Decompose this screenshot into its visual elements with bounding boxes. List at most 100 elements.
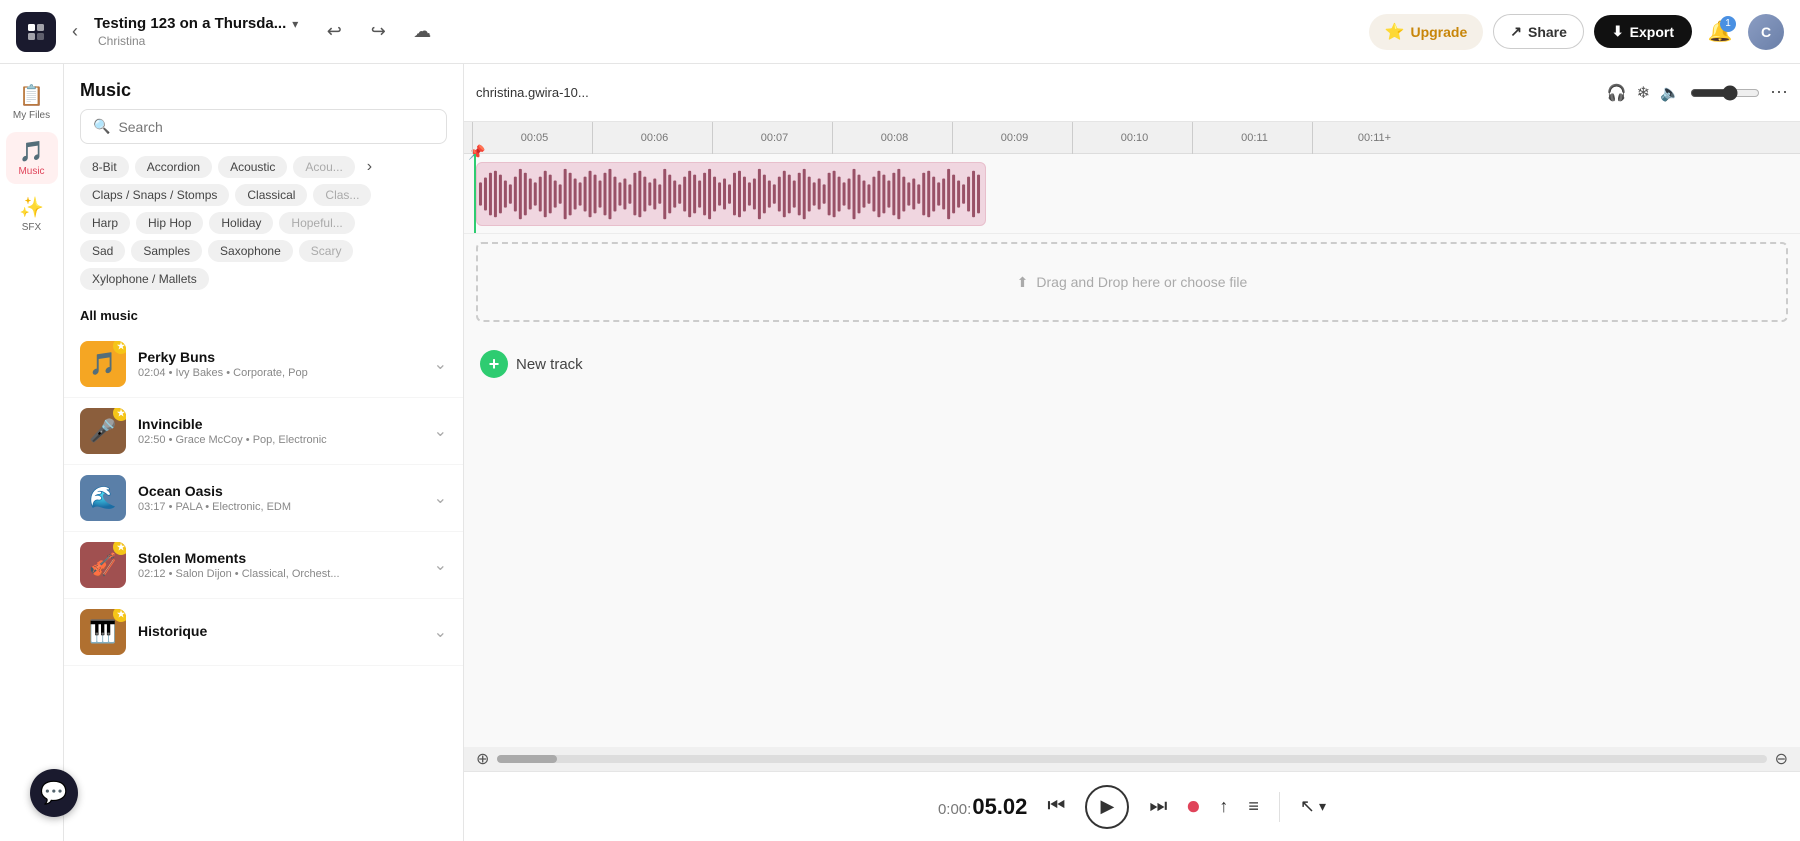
tags-more-arrow[interactable]: › bbox=[361, 156, 378, 178]
music-title: Perky Buns bbox=[138, 349, 422, 365]
zoom-out-button[interactable]: ⊕ bbox=[476, 749, 489, 769]
track-options-button[interactable]: ≡ bbox=[1248, 796, 1259, 817]
record-button[interactable]: ⏺ bbox=[1187, 793, 1199, 821]
mute-button[interactable]: 🔈 bbox=[1660, 83, 1680, 103]
chevron-down-icon[interactable]: ⌄ bbox=[434, 488, 447, 508]
tag-clas-more[interactable]: Clas... bbox=[313, 184, 371, 206]
tag-saxophone[interactable]: Saxophone bbox=[208, 240, 293, 262]
chevron-down-icon[interactable]: ⌄ bbox=[434, 354, 447, 374]
scroll-thumb[interactable] bbox=[497, 755, 557, 763]
upgrade-icon: ⭐ bbox=[1385, 22, 1405, 42]
tag-hiphop[interactable]: Hip Hop bbox=[136, 212, 203, 234]
drop-zone[interactable]: ⬆ Drag and Drop here or choose file bbox=[476, 242, 1788, 322]
topbar-left: ‹ Testing 123 on a Thursda... ▾ Christin… bbox=[16, 12, 1361, 52]
tag-classical[interactable]: Classical bbox=[235, 184, 307, 206]
tag-scary[interactable]: Scary bbox=[299, 240, 354, 262]
time-main: 05.02 bbox=[972, 794, 1027, 820]
list-item[interactable]: 🌊 Ocean Oasis 03:17 • PALA • Electronic,… bbox=[64, 465, 463, 532]
new-track-button[interactable]: + New track bbox=[480, 350, 583, 378]
sidebar-item-sfx[interactable]: ✨ SFX bbox=[6, 188, 58, 240]
sfx-icon: ✨ bbox=[19, 195, 44, 220]
chevron-down-icon[interactable]: ⌄ bbox=[434, 622, 447, 642]
sidebar-item-music[interactable]: 🎵 Music bbox=[6, 132, 58, 184]
redo-button[interactable]: ↪ bbox=[362, 16, 394, 48]
music-info: Perky Buns 02:04 • Ivy Bakes • Corporate… bbox=[138, 349, 422, 379]
cursor-dropdown[interactable]: ▾ bbox=[1319, 798, 1326, 815]
tag-sad[interactable]: Sad bbox=[80, 240, 125, 262]
share-icon: ↗ bbox=[1510, 23, 1522, 40]
thumb-badge: ★ bbox=[113, 408, 126, 421]
tag-accordion[interactable]: Accordion bbox=[135, 156, 212, 178]
list-item[interactable]: 🎻 ★ Stolen Moments 02:12 • Salon Dijon •… bbox=[64, 532, 463, 599]
tag-xylophone[interactable]: Xylophone / Mallets bbox=[80, 268, 209, 290]
play-button[interactable]: ▶ bbox=[1085, 785, 1129, 829]
headphones-button[interactable]: 🎧 bbox=[1607, 83, 1627, 103]
title-group: Testing 123 on a Thursda... ▾ Christina bbox=[94, 15, 298, 48]
undo-button[interactable]: ↩ bbox=[318, 16, 350, 48]
upgrade-button[interactable]: ⭐ Upgrade bbox=[1369, 14, 1484, 50]
music-panel: Music 🔍 8-Bit Accordion Acoustic Acou...… bbox=[64, 64, 464, 841]
tag-hopeful[interactable]: Hopeful... bbox=[279, 212, 354, 234]
sidebar-item-my-files[interactable]: 📋 My Files bbox=[6, 76, 58, 128]
tag-holiday[interactable]: Holiday bbox=[209, 212, 273, 234]
topbar-right: ⭐ Upgrade ↗ Share ⬇ Export 🔔 1 C bbox=[1369, 14, 1784, 50]
list-item[interactable]: 🎹 ★ Historique ⌄ bbox=[64, 599, 463, 666]
list-item[interactable]: 🎤 ★ Invincible 02:50 • Grace McCoy • Pop… bbox=[64, 398, 463, 465]
fast-forward-button[interactable]: ⏭ bbox=[1149, 795, 1167, 818]
playback-separator bbox=[1279, 792, 1280, 822]
playback-bar: 0:00: 05.02 ⏮ ▶ ⏭ ⏺ ↑ ≡ ↖ ▾ bbox=[464, 771, 1800, 841]
track-thumb: 🎹 ★ bbox=[80, 609, 126, 655]
track-row bbox=[464, 154, 1800, 234]
ruler-mark: 00:10 bbox=[1072, 122, 1192, 154]
music-info: Historique bbox=[138, 623, 422, 641]
chat-bubble[interactable]: 💬 bbox=[30, 769, 78, 817]
tag-8bit[interactable]: 8-Bit bbox=[80, 156, 129, 178]
tag-harp[interactable]: Harp bbox=[80, 212, 130, 234]
chevron-down-icon[interactable]: ⌄ bbox=[434, 555, 447, 575]
share-export-button[interactable]: ↑ bbox=[1219, 796, 1228, 817]
export-button[interactable]: ⬇ Export bbox=[1594, 15, 1692, 48]
music-info: Invincible 02:50 • Grace McCoy • Pop, El… bbox=[138, 416, 422, 446]
cloud-save-button[interactable]: ☁ bbox=[406, 16, 438, 48]
waveform-clip[interactable] bbox=[476, 162, 986, 226]
rewind-button[interactable]: ⏮ bbox=[1047, 795, 1065, 818]
ruler-mark: 00:08 bbox=[832, 122, 952, 154]
music-meta: 03:17 • PALA • Electronic, EDM bbox=[138, 501, 422, 513]
avatar[interactable]: C bbox=[1748, 14, 1784, 50]
track-thumb: 🎵 ★ bbox=[80, 341, 126, 387]
title-dropdown-icon[interactable]: ▾ bbox=[292, 17, 298, 31]
timeline-scrollbar-area: ⊕ ⊖ bbox=[464, 747, 1800, 771]
tag-samples[interactable]: Samples bbox=[131, 240, 202, 262]
track-thumb: 🌊 bbox=[80, 475, 126, 521]
ruler-mark: 00:07 bbox=[712, 122, 832, 154]
back-button[interactable]: ‹ bbox=[64, 17, 86, 46]
search-input[interactable] bbox=[118, 119, 434, 135]
tag-acoustic[interactable]: Acoustic bbox=[218, 156, 287, 178]
track-options-button[interactable]: ⋯ bbox=[1770, 82, 1788, 103]
project-title: Testing 123 on a Thursda... bbox=[94, 15, 286, 32]
music-meta: 02:04 • Ivy Bakes • Corporate, Pop bbox=[138, 367, 422, 379]
notifications-button[interactable]: 🔔 1 bbox=[1702, 14, 1738, 50]
music-info: Stolen Moments 02:12 • Salon Dijon • Cla… bbox=[138, 550, 422, 580]
thumb-badge: ★ bbox=[113, 542, 126, 555]
track-thumb: 🎻 ★ bbox=[80, 542, 126, 588]
tags-row-1: 8-Bit Accordion Acoustic Acou... › bbox=[80, 156, 447, 178]
tags-row-5: Xylophone / Mallets bbox=[80, 268, 447, 290]
scroll-track[interactable] bbox=[497, 755, 1766, 763]
cursor-button[interactable]: ↖ bbox=[1300, 796, 1315, 817]
share-button[interactable]: ↗ Share bbox=[1493, 14, 1584, 49]
volume-slider[interactable] bbox=[1690, 85, 1760, 101]
zoom-in-button[interactable]: ⊖ bbox=[1775, 749, 1788, 769]
tag-acou-more[interactable]: Acou... bbox=[293, 156, 354, 178]
snowflake-button[interactable]: ❄ bbox=[1637, 83, 1650, 103]
chevron-down-icon[interactable]: ⌄ bbox=[434, 421, 447, 441]
track-name: christina.gwira-10... bbox=[476, 85, 1597, 100]
sidebar-item-label-my-files: My Files bbox=[13, 110, 50, 121]
project-subtitle: Christina bbox=[98, 34, 298, 48]
list-item[interactable]: 🎵 ★ Perky Buns 02:04 • Ivy Bakes • Corpo… bbox=[64, 331, 463, 398]
tag-claps[interactable]: Claps / Snaps / Stomps bbox=[80, 184, 229, 206]
logo-button[interactable] bbox=[16, 12, 56, 52]
tags-row-4: Sad Samples Saxophone Scary bbox=[80, 240, 447, 262]
waveform-svg bbox=[477, 163, 985, 225]
music-list: 🎵 ★ Perky Buns 02:04 • Ivy Bakes • Corpo… bbox=[64, 331, 463, 841]
